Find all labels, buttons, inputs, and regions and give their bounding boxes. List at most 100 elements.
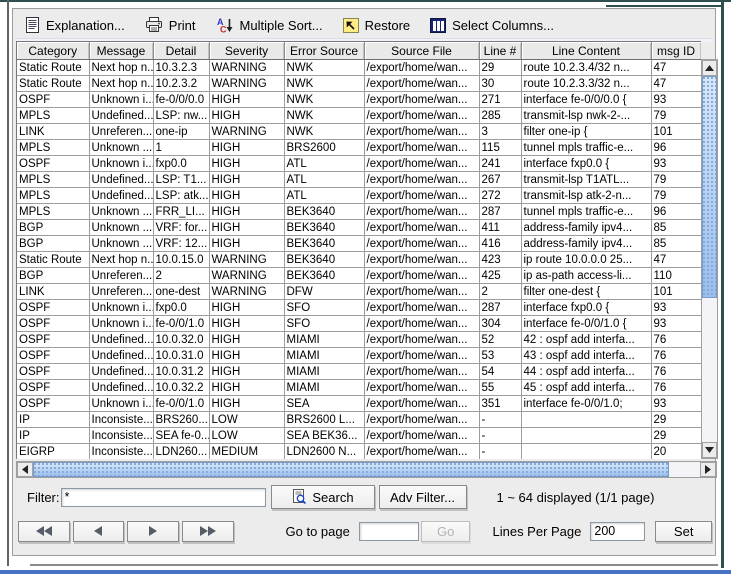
vertical-scrollbar[interactable] (701, 59, 718, 459)
search-button-label: Search (312, 489, 354, 505)
go-button[interactable]: Go (420, 520, 471, 542)
restore-button[interactable]: Restore (342, 17, 410, 33)
first-page-button[interactable] (18, 520, 70, 542)
table-cell: HIGH (209, 347, 285, 364)
table-cell: LOW (209, 411, 285, 428)
display-status: 1 ~ 64 displayed (1/1 page) (496, 489, 655, 505)
table-row[interactable]: OSPF Unknown i... fxp0.0 HIGH SFO/export/hom… (17, 299, 701, 316)
table-cell: transmit-lsp T1ATL... (521, 171, 652, 188)
table-row[interactable]: LINK Unreferen... one-ip WARNING NWK/export/… (17, 123, 701, 140)
adv-filter-button[interactable]: Adv Filter... (378, 485, 467, 509)
table-cell: MPLS (17, 187, 90, 204)
table-row[interactable]: MPLS Undefined... LSP: atk... HIGH ATL/expor… (17, 187, 701, 204)
table-cell: NWK (284, 59, 365, 76)
table-cell: EIGRP (17, 443, 90, 459)
table-cell: OSPF (17, 155, 90, 172)
multiple-sort-button[interactable]: A C Multiple Sort... (216, 17, 323, 33)
table-row[interactable]: MPLS Undefined... LSP: nw... HIGH NWK/export… (17, 107, 701, 124)
table-row[interactable]: EIGRP Inconsiste... LDN260... MEDIUM LDN2600… (17, 443, 701, 459)
table-cell: Unknown i... (89, 155, 154, 172)
column-header-line-content[interactable]: Line Content (521, 42, 652, 60)
table-cell: 287 (479, 299, 522, 316)
search-button[interactable]: Search (270, 485, 375, 509)
last-page-button[interactable] (181, 520, 234, 542)
table-cell: 85 (651, 235, 701, 252)
column-header-source-file[interactable]: Source File (364, 42, 480, 60)
vertical-scrollbar-thumb[interactable] (702, 76, 717, 298)
table-cell: Unknown ... (89, 139, 154, 156)
table-row[interactable]: Static Route Next hop n... 10.2.3.2 WARNING… (17, 75, 701, 92)
table-cell: WARNING (209, 123, 285, 140)
table-row[interactable]: OSPF Undefined... 10.0.32.2 HIGH MIAMI/expor… (17, 379, 701, 396)
table-cell: WARNING (209, 59, 285, 76)
lines-per-page-input[interactable] (590, 521, 646, 541)
table-cell: MIAMI (284, 347, 365, 364)
table-row[interactable]: Static Route Next hop n... 10.0.15.0 WARNIN… (17, 251, 701, 268)
table-cell: IP (17, 411, 90, 428)
table-cell: Inconsiste... (89, 443, 154, 459)
table-row[interactable]: BGP Unknown ... VRF: for... HIGH BEK3640/exp… (17, 219, 701, 236)
print-button[interactable]: Print (145, 17, 196, 33)
table-row[interactable]: OSPF Undefined... 10.0.31.0 HIGH MIAMI/expor… (17, 347, 701, 364)
page-input[interactable] (358, 521, 419, 541)
table-row[interactable]: OSPF Unknown i... fe-0/0/1.0 HIGH SFO/export… (17, 315, 701, 332)
column-header-error-source[interactable]: Error Source (284, 42, 365, 60)
column-header-category[interactable]: Category (17, 42, 90, 60)
table-cell: VRF: for... (153, 219, 210, 236)
scroll-down-button[interactable] (702, 442, 717, 458)
column-header-detail[interactable]: Detail (153, 42, 210, 60)
next-page-button[interactable] (127, 520, 179, 542)
scroll-up-button[interactable] (702, 60, 717, 76)
table-row[interactable]: BGP Unknown ... VRF: 12... HIGH BEK3640/expo… (17, 235, 701, 252)
table-row[interactable]: OSPF Undefined... 10.0.31.2 HIGH MIAMI/expor… (17, 363, 701, 380)
table-row[interactable]: BGP Unreferen... 2 WARNING BEK3640/export/ho… (17, 267, 701, 284)
scroll-left-button[interactable] (17, 462, 33, 477)
table-cell: Static Route (17, 75, 90, 92)
table-row[interactable]: MPLS Undefined... LSP: T1... HIGH ATL/export… (17, 171, 701, 188)
table-cell: 304 (479, 315, 522, 332)
table-cell: 93 (651, 315, 701, 332)
explanation-button-label: Explanation... (46, 17, 125, 33)
table-cell: 54 (479, 363, 522, 380)
column-header-severity[interactable]: Severity (209, 42, 285, 60)
table-row[interactable]: LINK Unreferen... one-dest WARNING DFW/expor… (17, 283, 701, 300)
table-cell: HIGH (209, 107, 285, 124)
table-cell: LSP: T1... (153, 171, 210, 188)
table-cell: /export/home/wan... (364, 123, 480, 140)
explanation-button[interactable]: Explanation... (25, 17, 125, 33)
set-button[interactable]: Set (655, 520, 712, 542)
table-cell: 10.0.32.0 (153, 331, 210, 348)
table-cell: LSP: atk... (153, 187, 210, 204)
horizontal-scrollbar-track[interactable] (33, 462, 700, 477)
table-row[interactable]: MPLS Unknown ... FRR_LI... HIGH BEK3640/expo… (17, 203, 701, 220)
table-cell: 93 (651, 91, 701, 108)
table-cell: /export/home/wan... (364, 395, 480, 412)
table-cell: NWK (284, 107, 365, 124)
table-cell: /export/home/wan... (364, 299, 480, 316)
column-header-message[interactable]: Message (89, 42, 154, 60)
select-columns-button[interactable]: Select Columns... (430, 17, 554, 33)
table-cell: 43 : ospf add interfa... (521, 347, 652, 364)
column-header-msg-id[interactable]: msg ID (651, 42, 701, 60)
table-cell (521, 443, 652, 459)
table-row[interactable]: OSPF Undefined... 10.0.32.0 HIGH MIAMI/expor… (17, 331, 701, 348)
table-row[interactable]: OSPF Unknown i... fe-0/0/0.0 HIGH NWK/export… (17, 91, 701, 108)
table-row[interactable]: IP Inconsiste... SEA fe-0... LOW SEA BEK36..… (17, 427, 701, 444)
table-cell: MPLS (17, 171, 90, 188)
filter-input[interactable] (60, 487, 266, 507)
table-cell: LINK (17, 283, 90, 300)
table-row[interactable]: OSPF Unknown i... fxp0.0 HIGH ATL/export/hom… (17, 155, 701, 172)
table-row[interactable]: OSPF Unknown i... fe-0/0/1.0 HIGH SEA/export… (17, 395, 701, 412)
horizontal-scrollbar-thumb[interactable] (33, 462, 669, 477)
horizontal-scrollbar[interactable] (16, 461, 717, 478)
column-header-line-[interactable]: Line # (479, 42, 522, 60)
table-cell: filter one-ip { (521, 123, 652, 140)
table-row[interactable]: Static Route Next hop n... 10.3.2.3 WARNING… (17, 59, 701, 76)
table-cell: /export/home/wan... (364, 139, 480, 156)
table-row[interactable]: MPLS Unknown ... 1 HIGH BRS2600/export/home/… (17, 139, 701, 156)
previous-page-button[interactable] (72, 520, 125, 542)
table-cell: Inconsiste... (89, 427, 154, 444)
scroll-right-button[interactable] (700, 462, 716, 477)
table-row[interactable]: IP Inconsiste... BRS260... LOW BRS2600 L... /… (17, 411, 701, 428)
vertical-scrollbar-track[interactable] (702, 76, 717, 442)
